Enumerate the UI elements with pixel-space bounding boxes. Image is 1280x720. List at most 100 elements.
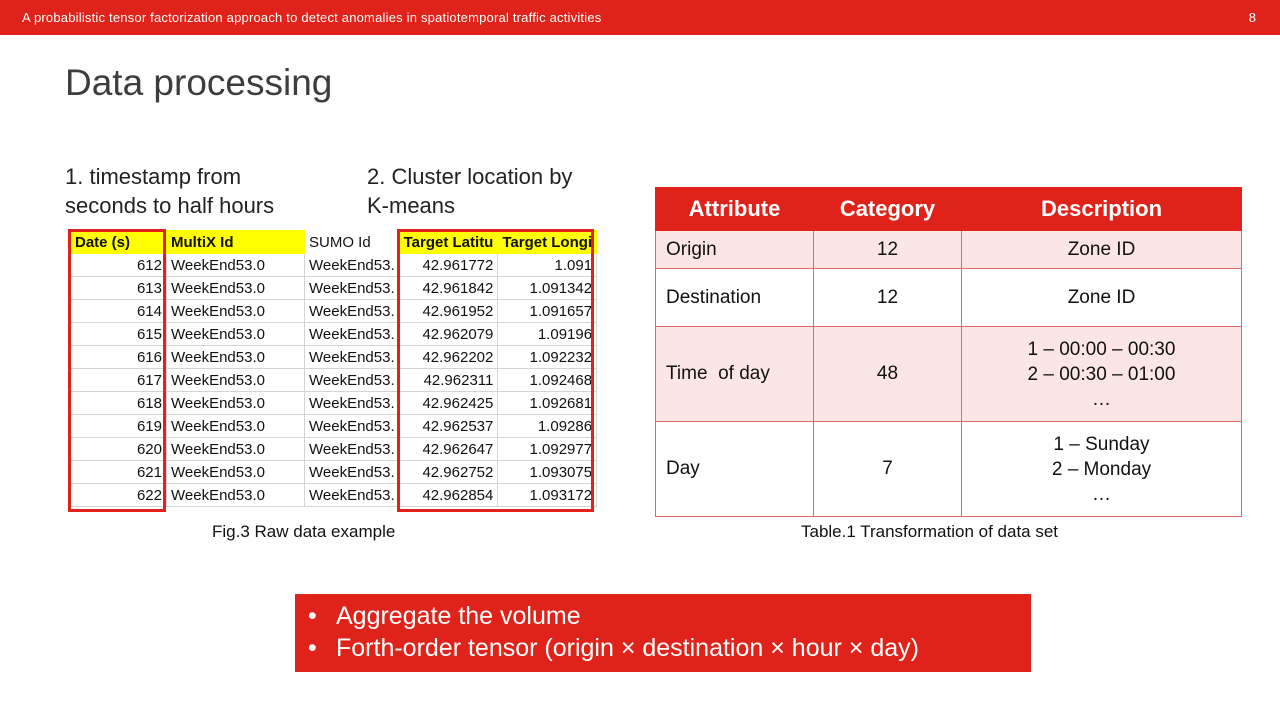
attribute-header-cell: Category: [813, 187, 962, 231]
attribute-category: 7: [813, 421, 962, 517]
raw-data-cell: 42.962079: [398, 322, 499, 346]
raw-data-cell: 1.093075: [497, 460, 598, 484]
raw-data-cell: WeekEnd53.0: [166, 414, 305, 438]
description-line: Zone ID: [1067, 287, 1136, 308]
description-line: …: [1092, 483, 1111, 505]
attribute-description: Zone ID: [961, 268, 1242, 327]
raw-data-cell: WeekEnd53.0: [166, 276, 305, 300]
presentation-title: A probabilistic tensor factorization app…: [22, 10, 602, 25]
step-2-text: 2. Cluster location by K-means: [367, 162, 572, 220]
attribute-name: Day: [655, 421, 814, 517]
raw-data-cell: 42.961842: [398, 276, 499, 300]
raw-data-cell: 1.091342: [497, 276, 598, 300]
bullet-icon: •: [308, 602, 317, 630]
description-line: …: [1092, 388, 1111, 410]
step-1-text: 1. timestamp from seconds to half hours: [65, 162, 274, 220]
attribute-name: Destination: [655, 268, 814, 327]
raw-header-cell: Target Latitu: [398, 230, 499, 254]
raw-data-cell: 1.091657: [497, 299, 598, 323]
raw-data-cell: 42.961772: [398, 253, 499, 277]
attribute-header-row: Attribute Category Description: [655, 187, 1242, 231]
raw-data-cell: 614: [70, 299, 167, 323]
raw-data-cell: 1.09286: [497, 414, 598, 438]
raw-data-cell: WeekEnd53.: [304, 368, 400, 392]
raw-data-cell: 612: [70, 253, 167, 277]
raw-data-row: 614 WeekEnd53.0 WeekEnd53. 42.961952 1.09165…: [70, 299, 598, 323]
raw-data-cell: 613: [70, 276, 167, 300]
raw-data-cell: WeekEnd53.0: [166, 299, 305, 323]
raw-data-cell: 1.092232: [497, 345, 598, 369]
attribute-header-cell: Attribute: [655, 187, 814, 231]
raw-data-header-row: Date (s) MultiX Id SUMO Id Target Latitu…: [70, 230, 598, 254]
description-line: 2 – 00:30 – 01:00: [1027, 363, 1176, 385]
figure-caption: Fig.3 Raw data example: [212, 522, 396, 541]
raw-data-cell: 622: [70, 483, 167, 507]
raw-data-cell: 42.962311: [398, 368, 499, 392]
step-1-line: 1. timestamp from: [65, 164, 242, 189]
raw-data-cell: 621: [70, 460, 167, 484]
raw-data-row: 613 WeekEnd53.0 WeekEnd53. 42.961842 1.09134…: [70, 276, 598, 300]
raw-data-cell: 1.091: [497, 253, 598, 277]
attribute-category: 12: [813, 268, 962, 327]
raw-data-row: 622 WeekEnd53.0 WeekEnd53. 42.962854 1.09317…: [70, 483, 598, 507]
raw-data-cell: 616: [70, 345, 167, 369]
summary-list: • Aggregate the volume • Forth-order ten…: [295, 594, 1031, 664]
summary-text: Aggregate the volume: [336, 602, 581, 630]
raw-data-cell: WeekEnd53.0: [166, 368, 305, 392]
raw-data-table: Date (s) MultiX Id SUMO Id Target Latitu…: [70, 230, 598, 507]
raw-data-cell: WeekEnd53.: [304, 299, 400, 323]
raw-data-cell: 1.092977: [497, 437, 598, 461]
raw-data-row: 618 WeekEnd53.0 WeekEnd53. 42.962425 1.09268…: [70, 391, 598, 415]
attribute-header-cell: Description: [961, 187, 1242, 231]
slide-title: Data processing: [65, 62, 333, 103]
raw-data-cell: WeekEnd53.: [304, 391, 400, 415]
raw-header-cell: Date (s): [70, 230, 167, 254]
attribute-row: Origin 12 Zone ID: [655, 230, 1242, 269]
raw-data-cell: WeekEnd53.0: [166, 345, 305, 369]
raw-data-cell: 1.092681: [497, 391, 598, 415]
raw-data-row: 617 WeekEnd53.0 WeekEnd53. 42.962311 1.09246…: [70, 368, 598, 392]
raw-header-cell: Target Longi: [497, 230, 598, 254]
raw-data-row: 620 WeekEnd53.0 WeekEnd53. 42.962647 1.09297…: [70, 437, 598, 461]
raw-data-cell: 620: [70, 437, 167, 461]
attribute-name: Time of day: [655, 326, 814, 422]
summary-item: • Forth-order tensor (origin × destinati…: [295, 632, 1031, 664]
raw-data-cell: WeekEnd53.: [304, 414, 400, 438]
raw-data-cell: WeekEnd53.: [304, 253, 400, 277]
attribute-category: 48: [813, 326, 962, 422]
attribute-description: 1 – Sunday 2 – Monday …: [961, 421, 1242, 517]
raw-data-row: 616 WeekEnd53.0 WeekEnd53. 42.962202 1.09223…: [70, 345, 598, 369]
description-line: Zone ID: [1067, 239, 1136, 260]
page-number: 8: [1248, 10, 1256, 25]
table-caption: Table.1 Transformation of data set: [801, 522, 1059, 541]
attribute-row: Time of day 48 1 – 00:00 – 00:30 2 – 00:…: [655, 326, 1242, 422]
raw-data-cell: 42.962854: [398, 483, 499, 507]
raw-data-row: 615 WeekEnd53.0 WeekEnd53. 42.962079 1.09196: [70, 322, 598, 346]
step-2-line: 2. Cluster location by: [367, 164, 573, 189]
description-line: 1 – 00:00 – 00:30: [1027, 338, 1176, 360]
raw-data-cell: WeekEnd53.: [304, 322, 400, 346]
raw-data-cell: 618: [70, 391, 167, 415]
raw-data-cell: 1.092468: [497, 368, 598, 392]
raw-data-cell: WeekEnd53.0: [166, 437, 305, 461]
step-1-line: seconds to half hours: [65, 193, 275, 218]
raw-data-row: 612 WeekEnd53.0 WeekEnd53. 42.961772 1.091: [70, 253, 598, 277]
raw-data-cell: 42.962647: [398, 437, 499, 461]
description-line: 1 – Sunday: [1053, 433, 1150, 455]
attribute-description: 1 – 00:00 – 00:30 2 – 00:30 – 01:00 …: [961, 326, 1242, 422]
raw-data-cell: 42.961952: [398, 299, 499, 323]
raw-data-cell: 42.962537: [398, 414, 499, 438]
raw-data-cell: WeekEnd53.: [304, 345, 400, 369]
step-2-line: K-means: [367, 193, 456, 218]
description-line: 2 – Monday: [1051, 458, 1152, 480]
raw-data-cell: 42.962752: [398, 460, 499, 484]
raw-data-cell: WeekEnd53.: [304, 483, 400, 507]
raw-data-cell: WeekEnd53.: [304, 437, 400, 461]
summary-item: • Aggregate the volume: [295, 600, 1031, 632]
raw-data-cell: WeekEnd53.: [304, 460, 400, 484]
raw-data-cell: 42.962202: [398, 345, 499, 369]
raw-header-cell: SUMO Id: [304, 230, 400, 254]
raw-data-cell: WeekEnd53.: [304, 276, 400, 300]
raw-data-cell: 619: [70, 414, 167, 438]
attribute-row: Destination 12 Zone ID: [655, 268, 1242, 327]
